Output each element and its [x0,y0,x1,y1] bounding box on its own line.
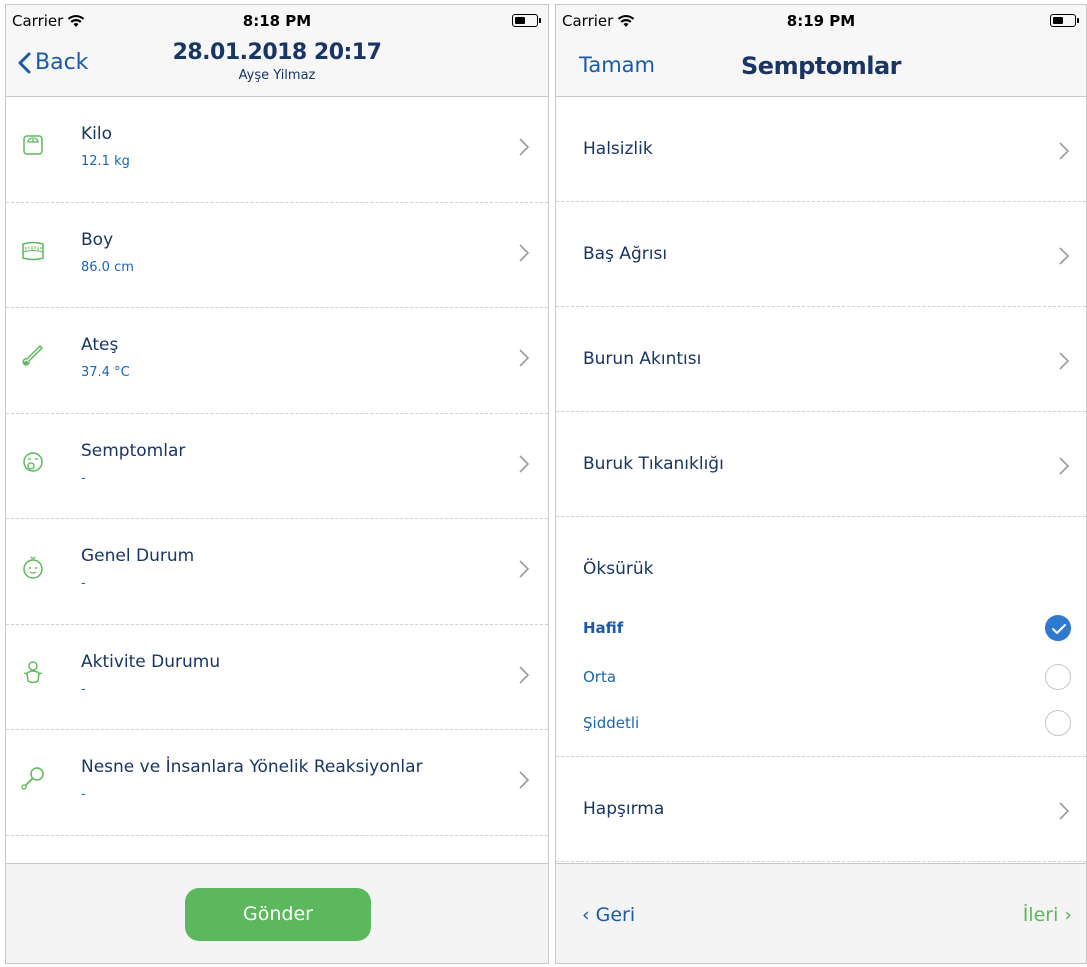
chevron-right-icon [1059,352,1070,370]
rattle-icon [21,767,44,790]
status-bar: Carrier 8:18 PM [6,5,548,35]
send-button[interactable]: Gönder [185,888,371,941]
previous-button[interactable]: ‹ Geri [582,904,635,926]
status-time: 8:18 PM [242,12,312,30]
phone-screen-right: Carrier 8:19 PM Tamam Semptomlar Halsizl… [555,4,1087,964]
chevron-right-icon [519,771,530,789]
page-title: Semptomlar [741,52,901,80]
list-item-title: Hapşırma [583,799,665,819]
severity-option-orta[interactable]: Orta [583,668,616,686]
severity-radio-orta[interactable] [1045,664,1071,690]
list-item-title: Genel Durum [81,546,195,566]
list-item-halsizlik[interactable]: Halsizlik [556,97,1086,202]
measurement-list: Kilo 12.1 kg Boy 86.0 cm Ateş 37.4 °C Se… [6,97,548,836]
sick-face-icon [23,451,43,472]
list-item-kilo[interactable]: Kilo 12.1 kg [6,97,548,203]
list-item-reaksiyonlar[interactable]: Nesne ve İnsanlara Yönelik Reaksiyonlar … [6,730,548,836]
list-item-value: - [81,787,86,802]
list-item-title: Aktivite Durumu [81,651,221,672]
list-item-value: 37.4 °C [81,365,130,380]
symptom-list: Halsizlik Baş Ağrısı Burun Akıntısı Buru… [556,97,1086,862]
list-item-burun-akintisi[interactable]: Burun Akıntısı [556,307,1086,412]
chevron-right-icon [1059,247,1070,265]
list-item-title: Halsizlik [583,139,653,159]
patient-name: Ayşe Yilmaz [238,68,316,83]
chevron-right-icon [519,138,530,156]
list-item-title: Kilo [81,124,112,144]
nav-title-block: 28.01.2018 20:17 Ayşe Yilmaz [6,40,548,83]
chevron-right-icon [1059,457,1070,475]
chevron-right-icon [519,243,530,262]
list-item-bas-agrisi[interactable]: Baş Ağrısı [556,202,1086,307]
navigation-bar: Back 28.01.2018 20:17 Ayşe Yilmaz [6,35,548,97]
list-item-title: Burun Akıntısı [583,349,702,369]
chevron-right-icon [1059,142,1070,160]
severity-radio-siddetli[interactable] [1045,710,1071,736]
scale-icon [23,135,43,155]
list-item-value: 12.1 kg [81,154,130,169]
checkmark-icon [1052,624,1066,634]
list-item-title: Buruk Tıkanıklığı [583,454,724,474]
battery-icon [512,14,541,27]
chevron-right-icon [1059,802,1070,820]
chevron-right-icon [519,560,530,578]
list-item-aktivite-durumu[interactable]: Aktivite Durumu - [6,625,548,730]
list-item-value: - [81,681,86,697]
list-item-genel-durum[interactable]: Genel Durum - [6,519,548,625]
baby-face-icon [23,556,43,579]
bottom-bar: ‹ Geri İleri › [556,863,1086,963]
list-item-buruk-tikanikligi[interactable]: Buruk Tıkanıklığı [556,412,1086,517]
list-item-value: 86.0 cm [81,259,134,275]
severity-radio-hafif[interactable] [1045,615,1071,641]
phone-screen-left: Carrier 8:18 PM Back 28.01.2018 20:17 Ay… [5,4,549,964]
list-item-title: Nesne ve İnsanlara Yönelik Reaksiyonlar [81,757,423,777]
status-time: 8:19 PM [786,12,856,30]
list-item-hapsirma[interactable]: Hapşırma [556,757,1086,862]
baby-activity-icon [23,660,43,683]
list-item-boy[interactable]: Boy 86.0 cm [6,203,548,308]
chevron-right-icon [519,665,530,684]
page-title: 28.01.2018 20:17 [172,40,382,65]
list-item-title: Öksürük [583,559,654,579]
list-item-title: Boy [81,229,114,250]
measuring-tape-icon [22,241,44,260]
list-item-title: Ateş [81,335,119,355]
chevron-right-icon [519,454,530,473]
severity-option-hafif[interactable]: Hafif [583,619,623,637]
list-item-value: - [81,576,86,591]
chevron-right-icon [519,349,530,367]
status-bar: Carrier 8:19 PM [556,5,1086,35]
thermometer-icon [22,345,43,366]
list-item-oksuruk-expanded: Öksürük Hafif Orta Şiddetli [556,517,1086,757]
battery-icon [1050,14,1079,27]
list-item-title: Baş Ağrısı [583,244,668,264]
list-item-ates[interactable]: Ateş 37.4 °C [6,308,548,414]
next-button[interactable]: İleri › [1023,904,1072,926]
list-item-title: Semptomlar [81,440,186,461]
bottom-bar: Gönder [6,863,548,963]
severity-option-siddetli[interactable]: Şiddetli [583,714,639,732]
list-item-value: - [81,470,86,486]
list-item-semptomlar[interactable]: Semptomlar - [6,414,548,519]
navigation-bar: Tamam Semptomlar [556,35,1086,97]
